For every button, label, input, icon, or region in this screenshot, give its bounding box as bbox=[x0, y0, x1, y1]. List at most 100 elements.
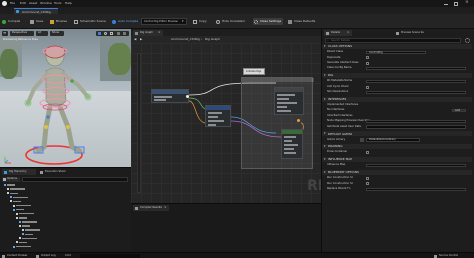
details-checkbox[interactable] bbox=[366, 182, 369, 186]
close-icon[interactable]: × bbox=[465, 0, 469, 6]
details-checkbox[interactable] bbox=[366, 151, 369, 155]
browse-button[interactable]: Browse bbox=[50, 18, 70, 25]
scale-tool-icon[interactable] bbox=[110, 32, 113, 35]
details-checkbox[interactable] bbox=[366, 85, 369, 89]
rotate-tool-icon[interactable] bbox=[104, 32, 107, 35]
graph-node-entry[interactable] bbox=[137, 53, 141, 193]
tree-row-label bbox=[16, 204, 31, 207]
menu-item-window[interactable]: Window bbox=[40, 2, 52, 5]
hide-unrelated-button[interactable]: Hide Unrelated bbox=[216, 18, 246, 25]
details-checkbox[interactable] bbox=[366, 61, 369, 65]
graph-node-rig-unit[interactable] bbox=[151, 89, 189, 103]
auto-compile-button[interactable]: Auto Compile bbox=[112, 18, 138, 25]
lit-label: Lit bbox=[38, 31, 42, 34]
details-checkbox[interactable] bbox=[366, 56, 369, 60]
add-interface-button[interactable]: Add bbox=[452, 108, 466, 113]
details-asset-value: DefaultGizmoLibrary bbox=[369, 138, 396, 142]
tab-execution-stack-label: Execution Stack bbox=[45, 169, 66, 173]
details-section-header[interactable]: ▾ CLASS OPTIONS bbox=[322, 44, 472, 49]
node-row bbox=[208, 124, 216, 126]
close-tab-icon[interactable]: × bbox=[158, 30, 161, 34]
preview-dropdown[interactable]: Control Rig Editor Preview ▾ bbox=[141, 18, 187, 25]
snap-icon[interactable] bbox=[117, 32, 120, 35]
details-checkbox[interactable] bbox=[366, 177, 369, 180]
tab-details[interactable]: Details × bbox=[324, 30, 352, 36]
details-value-field[interactable] bbox=[366, 163, 466, 168]
menu-item-file[interactable]: File bbox=[10, 2, 15, 5]
move-tool-icon[interactable] bbox=[98, 32, 101, 35]
minimize-icon[interactable] bbox=[444, 3, 448, 5]
exec-pin[interactable] bbox=[186, 95, 189, 98]
show-button[interactable]: Show bbox=[50, 31, 64, 36]
class-settings-button[interactable]: Class Settings bbox=[253, 18, 283, 25]
output-log-button[interactable]: Output Log bbox=[36, 254, 62, 258]
graph-node-get-transform[interactable] bbox=[281, 129, 303, 159]
copy-button[interactable]: Copy bbox=[193, 18, 209, 25]
tab-compiler-results[interactable]: Compiler Results × bbox=[133, 205, 169, 211]
tab-execution-stack[interactable]: Execution Stack bbox=[38, 169, 74, 175]
console-input[interactable] bbox=[80, 254, 140, 258]
details-value-field[interactable] bbox=[366, 125, 466, 129]
content-drawer-button[interactable]: Content Drawer bbox=[2, 254, 32, 258]
breadcrumb-root[interactable]: Animmocat_CtrlRig bbox=[171, 38, 200, 41]
tab-preview-scene[interactable]: Preview Scene Se bbox=[394, 30, 434, 36]
details-row: Deprecate bbox=[324, 55, 472, 60]
details-value-field[interactable] bbox=[366, 66, 466, 71]
menu-item-tools[interactable]: Tools bbox=[54, 2, 61, 5]
perspective-button[interactable]: Perspective bbox=[10, 31, 34, 36]
lit-button[interactable]: Lit bbox=[36, 31, 48, 36]
node-row bbox=[208, 112, 222, 114]
tree-row-label bbox=[19, 217, 27, 219]
details-section-header[interactable]: ▾ DEFAULT GIZMO bbox=[322, 131, 472, 137]
details-value-field[interactable] bbox=[366, 187, 466, 191]
menu-item-help[interactable]: Help bbox=[65, 2, 72, 5]
unreal-logo-icon[interactable] bbox=[2, 1, 7, 6]
right-arm bbox=[61, 72, 90, 99]
hierarchy-search-input[interactable] bbox=[22, 177, 128, 182]
node-row bbox=[277, 98, 289, 100]
source-control-button[interactable]: Source Control bbox=[434, 254, 472, 258]
chevron-down-icon: ▾ bbox=[324, 170, 326, 175]
class-defaults-label: Class Defaults bbox=[294, 19, 316, 23]
tree-row[interactable] bbox=[0, 245, 131, 249]
breadcrumb-leaf[interactable]: Rig Graph bbox=[205, 38, 220, 41]
maximize-icon[interactable] bbox=[454, 1, 458, 6]
details-settings-icon[interactable] bbox=[465, 38, 470, 43]
forward-arrow-icon[interactable]: ▶ bbox=[140, 37, 142, 41]
details-section-header[interactable]: ▾ INFLUENCE MAP bbox=[322, 157, 472, 163]
graph-node-hierarchy[interactable] bbox=[274, 87, 304, 115]
details-value-field[interactable] bbox=[366, 79, 466, 84]
options-button[interactable]: Options bbox=[2, 177, 20, 182]
menu-item-edit[interactable]: Edit bbox=[20, 2, 26, 5]
details-search-input[interactable]: ⌕ Search Details bbox=[325, 38, 461, 43]
comment-label-box[interactable]: Initialize Rigs bbox=[243, 68, 265, 75]
details-section-header[interactable]: ▾ BLUEPRINT OPTIONS bbox=[322, 170, 472, 175]
details-value-field[interactable] bbox=[366, 90, 466, 95]
details-asset-picker[interactable]: DefaultGizmoLibrary bbox=[366, 137, 420, 142]
details-section-header[interactable]: ▾ INTERFACES bbox=[322, 96, 472, 102]
tab-preview-scene-label: Preview Scene Se bbox=[401, 30, 424, 34]
graph-node-set-transform[interactable] bbox=[205, 105, 231, 127]
menu-item-asset[interactable]: Asset bbox=[29, 2, 37, 5]
viewport-menu-button[interactable]: ≡ bbox=[2, 31, 8, 36]
close-tab-icon[interactable]: × bbox=[164, 205, 167, 209]
details-section-header[interactable]: ▾ RIG bbox=[322, 73, 472, 79]
compile-button[interactable]: Compile bbox=[2, 18, 22, 25]
back-arrow-icon[interactable]: ◀ bbox=[134, 37, 136, 41]
close-tab-icon[interactable]: × bbox=[347, 30, 350, 34]
save-button[interactable]: Save bbox=[30, 18, 44, 25]
class-defaults-button[interactable]: Class Defaults bbox=[288, 18, 318, 25]
cmd-button[interactable]: Cmd bbox=[65, 254, 79, 258]
tab-rig-hierarchy[interactable]: Rig Hierarchy bbox=[2, 169, 36, 175]
graph-canvas[interactable]: Initialize Rigs RIG bbox=[131, 43, 321, 203]
details-row: Skin Resolutions bbox=[324, 90, 472, 95]
viewport-panel[interactable]: ≡ Perspective Lit Show Previewing Refere… bbox=[0, 29, 131, 167]
control-rig-icon bbox=[16, 10, 19, 14]
camera-speed-icon[interactable] bbox=[123, 32, 126, 35]
details-dropdown[interactable]: ControlRig bbox=[366, 50, 426, 55]
details-value-field[interactable] bbox=[366, 119, 466, 124]
tree-row-label bbox=[16, 208, 24, 211]
data-pin[interactable] bbox=[297, 119, 300, 122]
details-section-header[interactable]: ▾ DRAWING bbox=[322, 144, 472, 150]
schematic-scene-button[interactable]: Schematic Scene bbox=[74, 18, 108, 25]
